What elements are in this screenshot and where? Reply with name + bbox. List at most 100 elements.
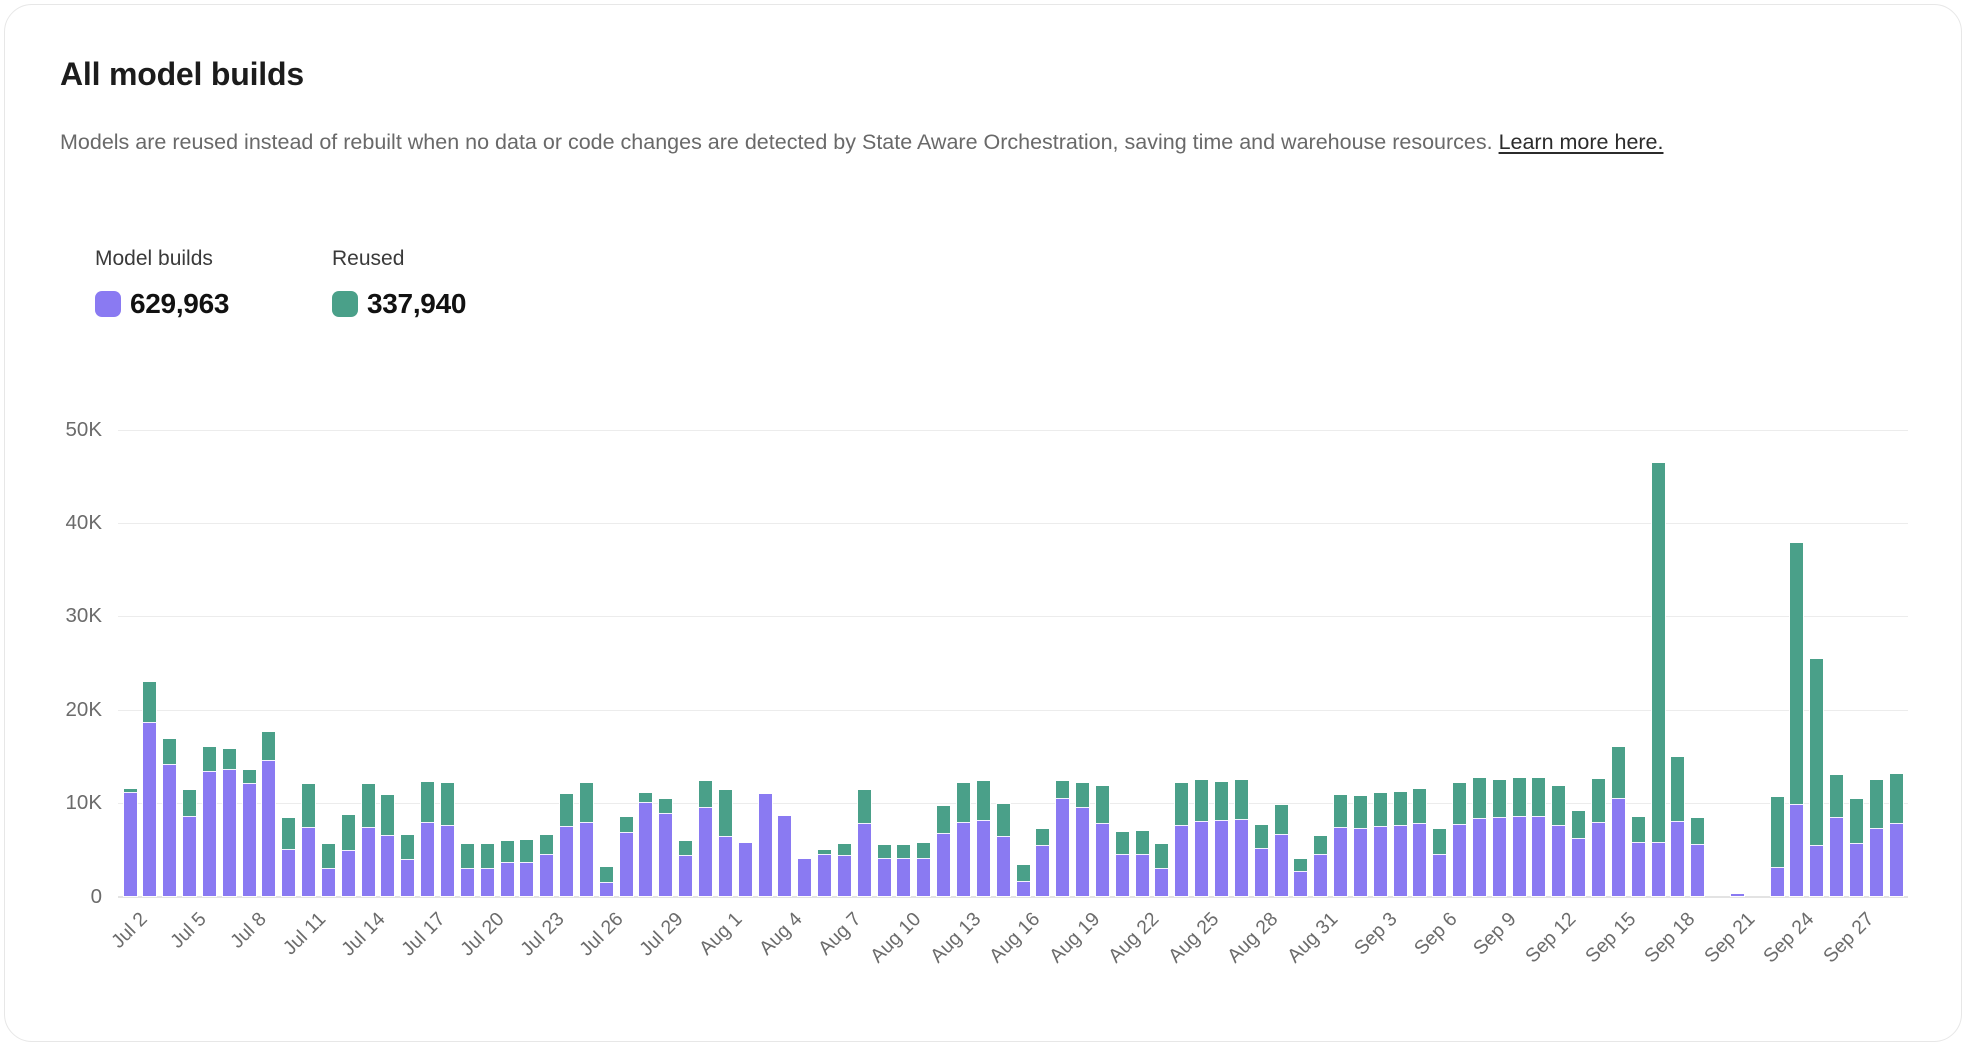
bar-reused[interactable] bbox=[540, 835, 553, 854]
bar-reused[interactable] bbox=[1413, 789, 1426, 823]
bar-model-builds[interactable] bbox=[1334, 827, 1347, 896]
bar-reused[interactable] bbox=[1850, 799, 1863, 843]
bar-reused[interactable] bbox=[997, 804, 1010, 836]
bar-model-builds[interactable] bbox=[1433, 854, 1446, 896]
bar-model-builds[interactable] bbox=[997, 836, 1010, 897]
bar-reused[interactable] bbox=[1890, 774, 1903, 823]
bar-model-builds[interactable] bbox=[1671, 821, 1684, 897]
bar-model-builds[interactable] bbox=[203, 771, 216, 896]
bar-model-builds[interactable] bbox=[1870, 828, 1883, 896]
bar-reused[interactable] bbox=[1433, 829, 1446, 854]
bar-reused[interactable] bbox=[1334, 795, 1347, 828]
bar-model-builds[interactable] bbox=[243, 783, 256, 897]
bar-reused[interactable] bbox=[639, 793, 652, 802]
bar-model-builds[interactable] bbox=[1572, 838, 1585, 897]
bar-reused[interactable] bbox=[1394, 792, 1407, 825]
bar-model-builds[interactable] bbox=[1691, 844, 1704, 896]
bar-reused[interactable] bbox=[937, 806, 950, 833]
bar-reused[interactable] bbox=[1612, 747, 1625, 798]
bar-model-builds[interactable] bbox=[163, 764, 176, 897]
bar-model-builds[interactable] bbox=[639, 802, 652, 896]
bar-reused[interactable] bbox=[262, 732, 275, 760]
bar-reused[interactable] bbox=[1532, 778, 1545, 816]
bar-model-builds[interactable] bbox=[1314, 854, 1327, 897]
bar-reused[interactable] bbox=[203, 747, 216, 771]
bar-reused[interactable] bbox=[183, 790, 196, 816]
bar-model-builds[interactable] bbox=[1632, 842, 1645, 896]
bar-reused[interactable] bbox=[1155, 844, 1168, 867]
bar-model-builds[interactable] bbox=[401, 859, 414, 896]
bar-reused[interactable] bbox=[1810, 659, 1823, 845]
bar-model-builds[interactable] bbox=[143, 722, 156, 897]
bar-reused[interactable] bbox=[501, 841, 514, 862]
bar-model-builds[interactable] bbox=[421, 822, 434, 897]
bar-reused[interactable] bbox=[897, 845, 910, 858]
bar-reused[interactable] bbox=[1771, 797, 1784, 867]
bar-model-builds[interactable] bbox=[659, 813, 672, 896]
bar-reused[interactable] bbox=[1790, 543, 1803, 805]
bar-reused[interactable] bbox=[1096, 786, 1109, 822]
bar-reused[interactable] bbox=[1195, 780, 1208, 821]
bar-model-builds[interactable] bbox=[1056, 798, 1069, 896]
bar-model-builds[interactable] bbox=[699, 807, 712, 897]
bar-reused[interactable] bbox=[1572, 811, 1585, 838]
bar-model-builds[interactable] bbox=[1532, 816, 1545, 896]
bar-reused[interactable] bbox=[143, 682, 156, 722]
bar-reused[interactable] bbox=[1136, 831, 1149, 853]
bar-model-builds[interactable] bbox=[461, 868, 474, 897]
bar-model-builds[interactable] bbox=[1116, 854, 1129, 897]
bar-model-builds[interactable] bbox=[1413, 823, 1426, 897]
bar-reused[interactable] bbox=[1493, 780, 1506, 817]
bar-model-builds[interactable] bbox=[124, 792, 137, 897]
bar-reused[interactable] bbox=[1076, 783, 1089, 806]
bar-model-builds[interactable] bbox=[878, 858, 891, 896]
bar-model-builds[interactable] bbox=[1255, 848, 1268, 897]
bar-reused[interactable] bbox=[659, 799, 672, 813]
bar-model-builds[interactable] bbox=[1513, 816, 1526, 896]
bar-reused[interactable] bbox=[243, 770, 256, 782]
bar-reused[interactable] bbox=[1671, 757, 1684, 821]
bar-model-builds[interactable] bbox=[1790, 804, 1803, 896]
bar-model-builds[interactable] bbox=[1195, 821, 1208, 897]
bar-reused[interactable] bbox=[858, 790, 871, 823]
bar-model-builds[interactable] bbox=[1235, 819, 1248, 897]
bar-model-builds[interactable] bbox=[1552, 825, 1565, 897]
bar-model-builds[interactable] bbox=[381, 835, 394, 897]
bar-reused[interactable] bbox=[124, 789, 137, 792]
bar-model-builds[interactable] bbox=[620, 832, 633, 896]
bar-reused[interactable] bbox=[1473, 778, 1486, 818]
bar-reused[interactable] bbox=[1215, 782, 1228, 820]
bar-model-builds[interactable] bbox=[798, 859, 811, 896]
bar-reused[interactable] bbox=[1632, 817, 1645, 842]
bar-model-builds[interactable] bbox=[1612, 798, 1625, 896]
bar-reused[interactable] bbox=[520, 840, 533, 861]
bar-model-builds[interactable] bbox=[1155, 868, 1168, 897]
bar-reused[interactable] bbox=[560, 794, 573, 827]
bar-model-builds[interactable] bbox=[223, 769, 236, 896]
bar-model-builds[interactable] bbox=[1493, 817, 1506, 896]
bar-model-builds[interactable] bbox=[1850, 843, 1863, 896]
bar-reused[interactable] bbox=[223, 749, 236, 770]
bar-reused[interactable] bbox=[1175, 783, 1188, 824]
bar-model-builds[interactable] bbox=[1890, 823, 1903, 897]
bar-reused[interactable] bbox=[1652, 463, 1665, 842]
bar-model-builds[interactable] bbox=[858, 823, 871, 897]
bar-model-builds[interactable] bbox=[540, 854, 553, 897]
bar-model-builds[interactable] bbox=[183, 816, 196, 896]
bar-reused[interactable] bbox=[282, 818, 295, 849]
bar-reused[interactable] bbox=[421, 782, 434, 822]
bar-model-builds[interactable] bbox=[759, 794, 772, 897]
bar-model-builds[interactable] bbox=[739, 843, 752, 896]
bar-reused[interactable] bbox=[838, 844, 851, 855]
bar-reused[interactable] bbox=[1513, 778, 1526, 816]
bar-model-builds[interactable] bbox=[441, 825, 454, 897]
bar-model-builds[interactable] bbox=[481, 868, 494, 897]
bar-model-builds[interactable] bbox=[1453, 824, 1466, 897]
bar-model-builds[interactable] bbox=[897, 858, 910, 896]
bar-reused[interactable] bbox=[1255, 825, 1268, 848]
bar-model-builds[interactable] bbox=[501, 862, 514, 897]
bar-reused[interactable] bbox=[401, 835, 414, 859]
bar-reused[interactable] bbox=[1036, 829, 1049, 845]
bar-reused[interactable] bbox=[1552, 786, 1565, 824]
bar-reused[interactable] bbox=[461, 844, 474, 867]
